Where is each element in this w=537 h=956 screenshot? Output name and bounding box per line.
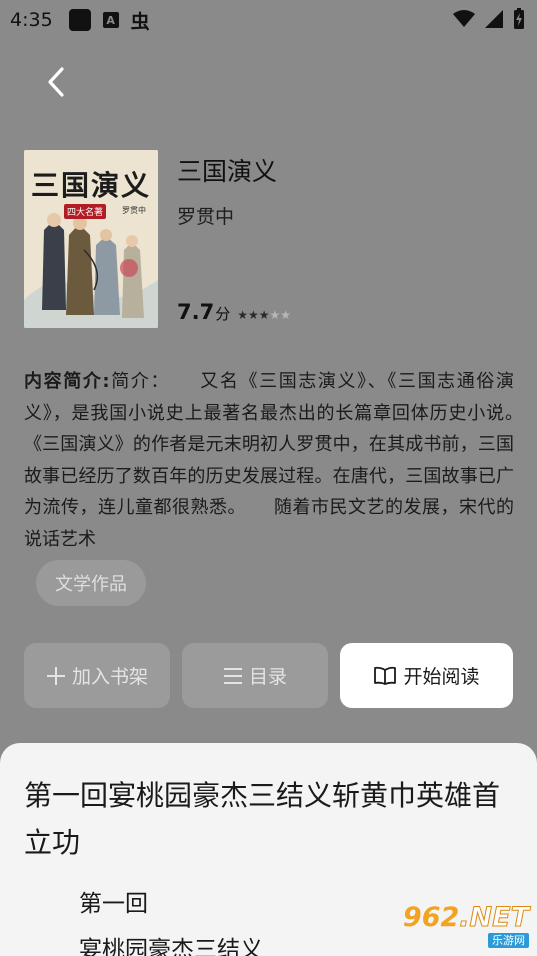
chapter-body: 第一回 宴桃园豪杰三结义 bbox=[79, 881, 263, 956]
site-watermark-logo: 962.NET 乐游网 bbox=[402, 902, 529, 948]
table-of-contents-label: 目录 bbox=[248, 666, 287, 688]
rating-stars: ★★★★★ bbox=[237, 308, 291, 322]
add-to-shelf-button[interactable]: 加入书架 bbox=[24, 643, 170, 708]
chapter-line: 第一回 bbox=[79, 891, 148, 917]
star-filled-icon: ★ bbox=[237, 308, 248, 322]
battery-charging-icon bbox=[513, 8, 525, 35]
star-empty-icon: ★ bbox=[280, 308, 292, 322]
back-button[interactable] bbox=[36, 62, 76, 102]
chevron-left-icon bbox=[48, 67, 64, 97]
book-title: 三国演义 bbox=[177, 157, 278, 186]
cover-title-art: 三国演义 bbox=[30, 169, 151, 202]
star-filled-icon: ★ bbox=[258, 308, 270, 322]
start-reading-button[interactable]: 开始阅读 bbox=[340, 643, 513, 708]
open-book-icon bbox=[374, 666, 397, 685]
bug-notification-icon: 虫 bbox=[130, 10, 150, 33]
cover-author-art: 罗贯中 bbox=[122, 206, 146, 215]
rating-unit: 分 bbox=[215, 305, 231, 323]
book-cover[interactable]: 三国演义 四大名著 罗贯中 bbox=[24, 150, 158, 328]
wifi-icon bbox=[453, 10, 475, 33]
cover-badge: 四大名著 bbox=[64, 204, 107, 219]
book-intro[interactable]: 内容简介:简介： 又名《三国志演义》、《三国志通俗演义》，是我国小说史上最著名最… bbox=[24, 366, 514, 555]
status-time: 4:35 bbox=[10, 9, 53, 31]
start-reading-label: 开始阅读 bbox=[403, 666, 480, 688]
signal-icon bbox=[485, 10, 503, 33]
intro-label: 内容简介: bbox=[24, 371, 110, 392]
book-author[interactable]: 罗贯中 bbox=[177, 202, 234, 229]
category-tag[interactable]: 文学作品 bbox=[36, 560, 146, 606]
star-filled-icon: ★ bbox=[247, 308, 259, 322]
star-empty-icon: ★ bbox=[269, 308, 281, 322]
chapter-title: 第一回宴桃园豪杰三结义斩黄巾英雄首立功 bbox=[24, 779, 501, 859]
rating-score: 7.7 bbox=[177, 300, 215, 324]
a-notification-icon: A bbox=[102, 12, 119, 28]
rating-row: 7.7 分 ★★★★★ bbox=[177, 300, 291, 324]
add-to-shelf-label: 加入书架 bbox=[71, 666, 148, 688]
chapter-preview-sheet[interactable]: 第一回宴桃园豪杰三结义斩黄巾英雄首立功 第一回 宴桃园豪杰三结义 962.NET… bbox=[0, 743, 537, 956]
intro-text: 简介： 又名《三国志演义》、《三国志通俗演义》，是我国小说史上最著名最杰出的长篇… bbox=[24, 371, 514, 550]
square-notification-icon bbox=[68, 9, 91, 31]
list-icon bbox=[223, 667, 242, 684]
chapter-line: 宴桃园豪杰三结义 bbox=[79, 937, 263, 956]
plus-icon bbox=[46, 666, 65, 685]
status-bar: 4:35 A 虫 bbox=[0, 0, 537, 40]
table-of-contents-button[interactable]: 目录 bbox=[182, 643, 328, 708]
